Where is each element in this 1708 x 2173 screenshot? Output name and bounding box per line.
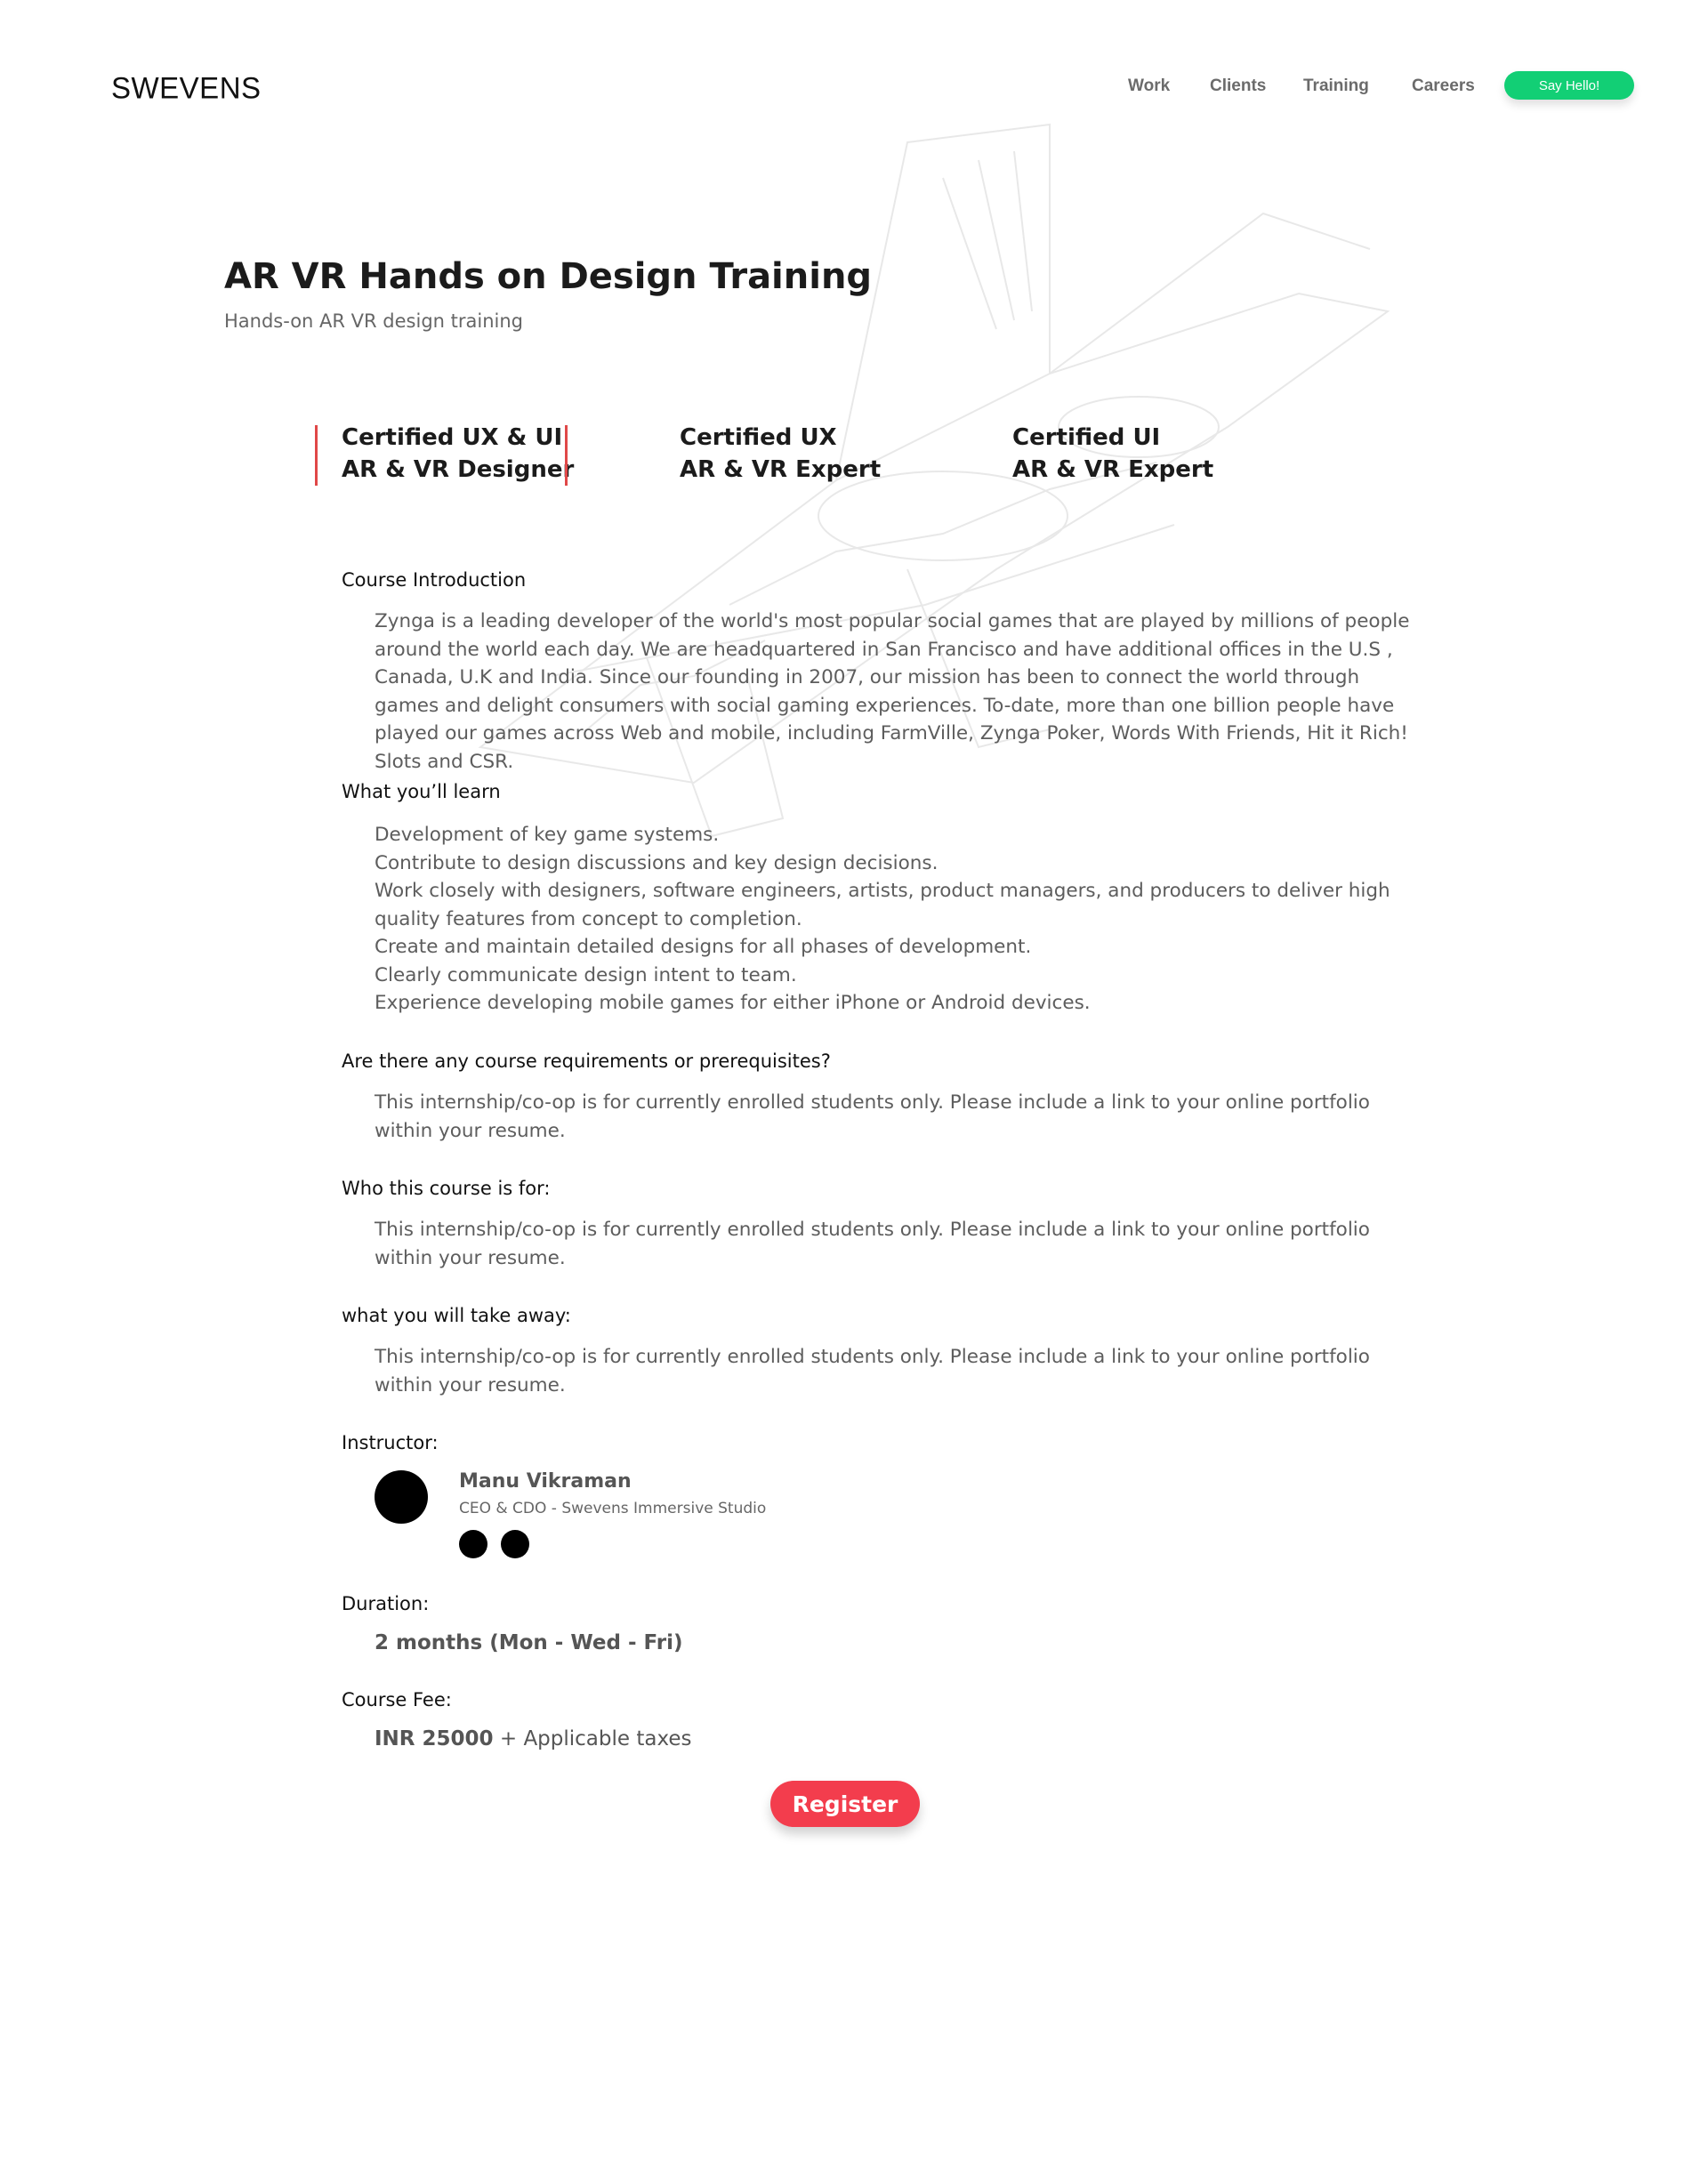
list-item: Work closely with designers, software en…: [375, 880, 1390, 930]
say-hello-button[interactable]: Say Hello!: [1504, 71, 1634, 100]
section-heading-duration: Duration:: [342, 1593, 430, 1614]
fee-amount: INR 25000: [375, 1727, 494, 1750]
learn-list: Development of key game systems. Contrib…: [375, 821, 1424, 1018]
cert-tab-line2: AR & VR Designer: [342, 456, 575, 483]
cert-tab-line1: Certified UI: [1012, 424, 1161, 451]
register-button[interactable]: Register: [770, 1781, 920, 1827]
nav-link-training[interactable]: Training: [1303, 76, 1369, 96]
cert-tab-line1: Certified UX & UI: [342, 424, 563, 451]
nav-link-careers[interactable]: Careers: [1412, 76, 1475, 96]
list-item: Create and maintain detailed designs for…: [375, 936, 1032, 958]
instructor-avatar: [375, 1470, 428, 1524]
section-heading-who-this-course-is-for: Who this course is for:: [342, 1178, 551, 1199]
cert-tab-line2: AR & VR Expert: [1012, 456, 1214, 483]
section-heading-what-youll-learn: What you’ll learn: [342, 781, 501, 802]
cert-tab-selected-left-bar: [315, 425, 318, 486]
takeaway-text: This internship/co-op is for currently e…: [375, 1346, 1370, 1396]
list-item: Experience developing mobile games for e…: [375, 992, 1091, 1014]
cert-tab-line2: AR & VR Expert: [680, 456, 882, 483]
section-heading-course-introduction: Course Introduction: [342, 569, 527, 591]
cert-tab-ux-ui-designer[interactable]: Certified UX & UI AR & VR Designer: [342, 422, 574, 486]
cert-tab-line1: Certified UX: [680, 424, 837, 451]
nav-link-work[interactable]: Work: [1128, 76, 1170, 96]
list-item: Development of key game systems.: [375, 824, 720, 846]
instructor-role: CEO & CDO - Swevens Immersive Studio: [459, 1500, 767, 1517]
section-heading-course-fee: Course Fee:: [342, 1689, 452, 1710]
list-item: Contribute to design discussions and key…: [375, 851, 939, 874]
cert-tab-ux-expert[interactable]: Certified UX AR & VR Expert: [680, 422, 881, 486]
cert-tab-ui-expert[interactable]: Certified UI AR & VR Expert: [1012, 422, 1213, 486]
requirements-text: This internship/co-op is for currently e…: [375, 1091, 1370, 1142]
instructor-name: Manu Vikraman: [459, 1470, 632, 1493]
course-fee: INR 25000 + Applicable taxes: [375, 1727, 692, 1750]
site-logo[interactable]: SWEVENS: [111, 70, 262, 106]
fee-suffix: + Applicable taxes: [493, 1727, 692, 1750]
section-heading-requirements: Are there any course requirements or pre…: [342, 1050, 831, 1072]
social-link-icon[interactable]: [501, 1530, 529, 1558]
audience-text: This internship/co-op is for currently e…: [375, 1219, 1370, 1269]
section-heading-instructor: Instructor:: [342, 1432, 439, 1453]
duration-value: 2 months (Mon - Wed - Fri): [375, 1631, 683, 1654]
course-introduction-text: Zynga is a leading developer of the worl…: [375, 610, 1410, 773]
cert-tab-selected-right-bar: [565, 425, 568, 486]
page-subtitle: Hands-on AR VR design training: [224, 310, 523, 332]
section-heading-takeaway: what you will take away:: [342, 1305, 571, 1326]
list-item: Clearly communicate design intent to tea…: [375, 963, 797, 986]
page-title: AR VR Hands on Design Training: [224, 256, 873, 297]
social-link-icon[interactable]: [459, 1530, 487, 1558]
nav-link-clients[interactable]: Clients: [1210, 76, 1266, 96]
